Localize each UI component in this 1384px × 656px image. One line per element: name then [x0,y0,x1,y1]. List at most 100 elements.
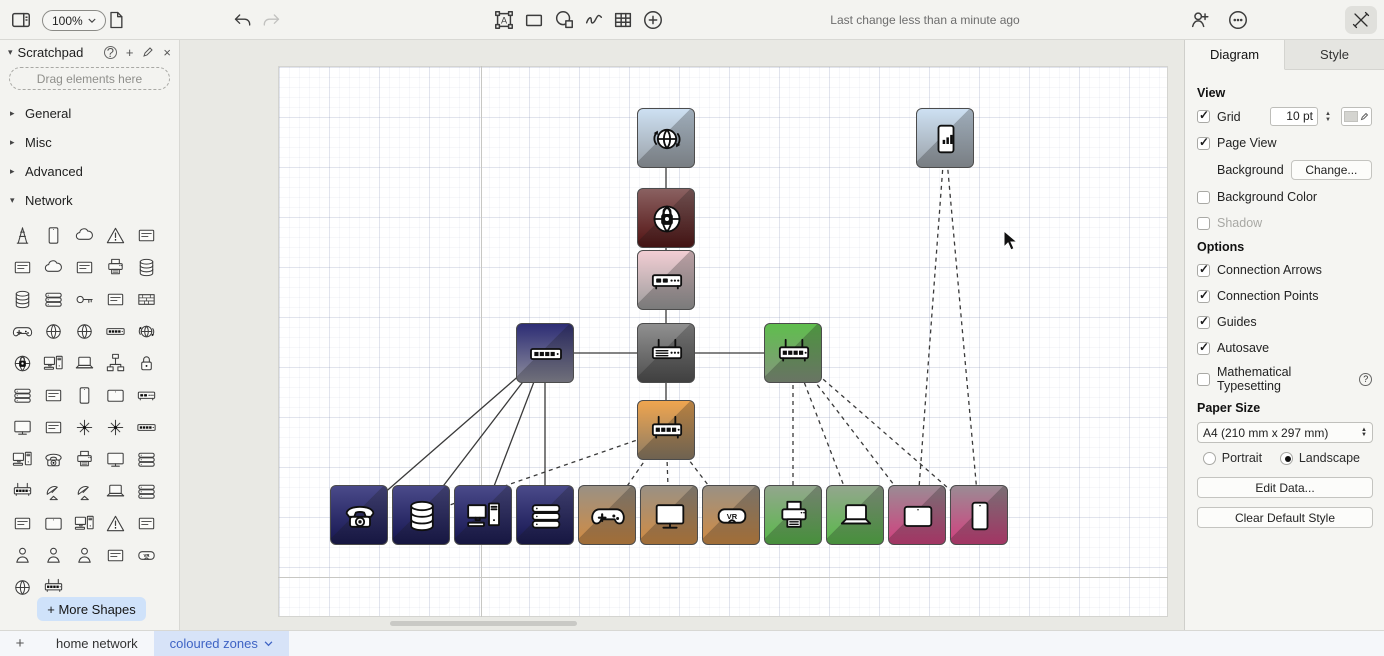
node-laptop[interactable] [826,485,884,545]
table-tool-icon[interactable] [611,8,635,32]
hub-shape-icon[interactable] [69,411,100,443]
background-color-checkbox[interactable] [1197,191,1210,204]
satellite-dish-shape-icon[interactable] [38,475,69,507]
page-tab-coloured-zones[interactable]: coloured zones [154,631,289,656]
node-tablet[interactable] [888,485,946,545]
tape-storage-shape-icon[interactable] [7,379,38,411]
scratchpad-add-icon[interactable]: + [126,46,134,59]
sidebar-section-network[interactable]: ▾Network [0,186,179,215]
sidebar-section-misc[interactable]: ▸Misc [0,128,179,157]
text-tool-icon[interactable]: A [492,8,516,32]
tab-diagram[interactable]: Diagram [1185,40,1285,70]
remote-control-shape-icon[interactable] [38,219,69,251]
node-tv[interactable] [640,485,698,545]
vr-headset-shape-icon[interactable]: VR [131,539,162,571]
grid-size-input[interactable]: 10 pt [1270,107,1318,126]
projector-shape-icon[interactable] [100,539,131,571]
globe-tree-shape-icon[interactable] [7,571,38,603]
server-unit-shape-icon[interactable] [38,411,69,443]
help-icon[interactable]: ? [1359,373,1372,386]
page-tab-home-network[interactable]: home network [40,631,154,656]
network-node-shape-icon[interactable] [100,411,131,443]
node-telephone[interactable] [330,485,388,545]
more-shapes-button[interactable]: + More Shapes [37,597,146,621]
printer-shape-icon[interactable] [69,443,100,475]
node-modem[interactable] [637,250,695,310]
ellipse-tool-icon[interactable] [552,8,576,32]
edge-cell-phone-smartphone[interactable] [945,138,979,515]
diagram-canvas[interactable]: VR [180,40,1184,630]
projector-screen-shape-icon[interactable] [100,443,131,475]
insert-shape-icon[interactable] [641,8,665,32]
switch-shape-icon[interactable] [100,315,131,347]
edge-cell-phone-tablet[interactable] [917,138,945,515]
tab-style[interactable]: Style [1285,40,1384,70]
connection-arrows-checkbox[interactable] [1197,264,1210,277]
external-storage-shape-icon[interactable] [100,283,131,315]
globe-shape-icon[interactable] [69,315,100,347]
sidebar-toggle-icon[interactable] [9,8,33,32]
shadow-checkbox[interactable] [1197,217,1210,230]
tablet-shape-icon[interactable] [100,379,131,411]
node-router-main[interactable] [637,323,695,383]
node-secure-gateway[interactable] [637,188,695,248]
user-female-shape-icon[interactable] [7,539,38,571]
scratchpad-dropzone[interactable]: Drag elements here [9,67,170,90]
server-rack-shape-icon[interactable] [131,443,162,475]
background-change-button[interactable]: Change... [1291,160,1372,180]
mathematical-typesetting-checkbox[interactable] [1197,373,1210,386]
lock-shape-icon[interactable] [131,347,162,379]
biohazard-shape-icon[interactable] [100,219,131,251]
freehand-tool-icon[interactable] [582,8,606,32]
database-stack-shape-icon[interactable] [7,283,38,315]
redo-icon[interactable] [259,8,283,32]
radio-tower-shape-icon[interactable] [7,219,38,251]
page-view-checkbox[interactable] [1197,137,1210,150]
connection-points-checkbox[interactable] [1197,290,1210,303]
security-camera-shape-icon[interactable] [7,251,38,283]
node-database[interactable] [392,485,450,545]
portrait-radio[interactable] [1203,452,1216,465]
smartphone-shape-icon[interactable] [69,379,100,411]
workstation-shape-icon[interactable] [69,507,100,539]
node-router-orange[interactable] [637,400,695,460]
edit-data-button[interactable]: Edit Data... [1197,477,1373,498]
hazard-sign-shape-icon[interactable] [100,507,131,539]
gamepad-shape-icon[interactable] [7,315,38,347]
office-towers-shape-icon[interactable] [69,251,100,283]
modem-shape-icon[interactable] [131,379,162,411]
scratchpad-help-icon[interactable]: ? [104,46,117,59]
users-group-shape-icon[interactable] [69,539,100,571]
grid-size-stepper[interactable]: ▲▼ [1325,111,1334,123]
node-switch[interactable] [516,323,574,383]
satellite-shape-icon[interactable] [69,475,100,507]
cloud-shape-icon[interactable] [38,251,69,283]
laptop-shape-icon[interactable] [69,347,100,379]
add-page-button[interactable]: + [0,631,40,656]
node-router-green[interactable] [764,323,822,383]
node-gamepad[interactable] [578,485,636,545]
cloud-network-shape-icon[interactable] [69,219,100,251]
storage-array-shape-icon[interactable] [131,475,162,507]
node-printer[interactable] [764,485,822,545]
node-internet[interactable] [637,108,695,168]
horizontal-scrollbar[interactable] [390,621,577,626]
sketch-theme-toggle[interactable] [1345,6,1377,34]
grid-checkbox[interactable] [1197,110,1210,123]
clear-default-style-button[interactable]: Clear Default Style [1197,507,1373,528]
paper-size-select[interactable]: A4 (210 mm x 297 mm) ▲▼ [1197,422,1373,443]
node-desktop[interactable] [454,485,512,545]
user-male-shape-icon[interactable] [38,539,69,571]
webcam-shape-icon[interactable] [131,219,162,251]
undo-icon[interactable] [231,8,255,32]
networked-pcs-shape-icon[interactable] [38,347,69,379]
tree-view-shape-icon[interactable] [100,347,131,379]
autosave-checkbox[interactable] [1197,342,1210,355]
landscape-radio[interactable] [1280,452,1293,465]
telephone-shape-icon[interactable] [38,443,69,475]
zoom-dropdown[interactable]: 100% [42,10,106,31]
wireless-modem-shape-icon[interactable] [7,475,38,507]
patch-panel-shape-icon[interactable] [131,411,162,443]
scratchpad-header[interactable]: ▾ Scratchpad ? + × [0,40,179,62]
grid-color-button[interactable] [1341,107,1372,126]
